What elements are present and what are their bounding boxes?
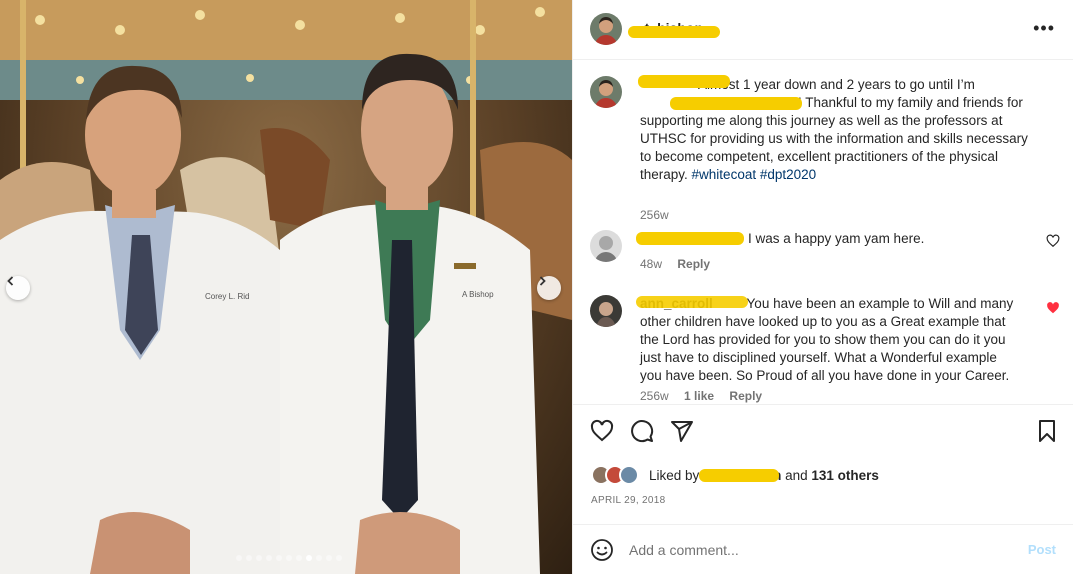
post-header: ...t_bishop ••• xyxy=(573,0,1073,60)
coat-name-right: A Bishop xyxy=(462,290,494,299)
post-date: APRIL 29, 2018 xyxy=(591,495,666,506)
carousel-dot xyxy=(236,555,242,561)
caption-line: to become competent, excellent practitio… xyxy=(640,149,998,164)
previous-photo-button[interactable] xyxy=(6,276,30,300)
comment-line: the Lord has provided for you to show th… xyxy=(640,332,1006,347)
post-comment-button[interactable]: Post xyxy=(1028,542,1056,557)
redaction-mark xyxy=(699,469,779,482)
likes-and: and xyxy=(785,467,808,483)
next-photo-button[interactable] xyxy=(537,276,561,300)
carousel-indicator xyxy=(236,555,342,561)
redaction-mark xyxy=(636,232,744,245)
comment-input[interactable] xyxy=(629,538,1009,562)
carousel-dot xyxy=(316,555,322,561)
caption: Almost 1 year down and 2 years to go unt… xyxy=(590,75,1060,222)
commenter-avatar[interactable] xyxy=(590,230,622,262)
carousel-dot xyxy=(256,555,262,561)
comment-text: ann_carroll You have been an example to … xyxy=(640,295,1035,385)
reply-button[interactable]: Reply xyxy=(677,257,710,271)
post-details-panel: ...t_bishop ••• Almost 1 year down and 2… xyxy=(572,0,1073,574)
post-photo: Corey L. Rid A Bishop xyxy=(0,0,572,574)
comment-line: other children have looked up to you as … xyxy=(640,314,1006,329)
carousel-dot xyxy=(286,555,292,561)
carousel-dot-active xyxy=(306,555,312,561)
comment-timestamp: 256w xyxy=(640,389,669,403)
carousel-dot xyxy=(246,555,252,561)
carousel-dot xyxy=(336,555,342,561)
author-avatar[interactable] xyxy=(590,13,622,45)
likes-others-count[interactable]: 131 others xyxy=(811,468,879,483)
carousel-dot xyxy=(276,555,282,561)
comment-item: ann_carroll You have been an example to … xyxy=(590,295,1060,404)
comment-item: I was a happy yam yam here. 48w Reply xyxy=(590,230,1060,280)
comment-likes-count[interactable]: 1 like xyxy=(684,389,714,403)
comment-line: You have been an example to Will and man… xyxy=(746,296,1014,311)
chevron-right-icon xyxy=(539,276,546,286)
bookmark-icon[interactable] xyxy=(1035,419,1059,443)
caption-timestamp: 256w xyxy=(640,208,669,222)
redaction-mark xyxy=(636,296,748,308)
post-actions: Liked by h and 131 others APRIL 29, 2018 xyxy=(573,404,1073,524)
heart-icon[interactable] xyxy=(590,419,614,443)
caption-line: UTHSC for providing us with the informat… xyxy=(640,131,1028,146)
heart-icon[interactable] xyxy=(1046,234,1060,248)
coat-name-left: Corey L. Rid xyxy=(205,292,249,301)
author-avatar[interactable] xyxy=(590,76,622,108)
heart-icon-liked[interactable] xyxy=(1046,301,1060,315)
carousel-dot xyxy=(326,555,332,561)
chevron-left-icon xyxy=(7,276,14,286)
comment-line: you have been. So Proud of all you have … xyxy=(640,368,1010,383)
reply-button[interactable]: Reply xyxy=(729,389,762,403)
comment-timestamp: 48w xyxy=(640,257,663,271)
more-options-icon[interactable]: ••• xyxy=(1033,18,1055,39)
carousel-dot xyxy=(266,555,272,561)
redaction-mark xyxy=(670,97,802,110)
redaction-mark xyxy=(628,26,720,38)
photo-illustration: Corey L. Rid A Bishop xyxy=(0,0,572,574)
liked-by-label: Liked by xyxy=(649,467,700,483)
comment-meta: 48w Reply xyxy=(640,257,722,271)
carousel-dot xyxy=(296,555,302,561)
caption-meta: 256w xyxy=(640,208,681,222)
share-icon[interactable] xyxy=(670,419,694,443)
redaction-mark xyxy=(638,75,730,88)
comment-line: just have to disciplined yourself. What … xyxy=(640,350,997,365)
caption-text: Almost 1 year down and 2 years to go unt… xyxy=(640,76,1035,184)
caption-line: supporting me along this journey as well… xyxy=(640,113,1003,128)
liker-avatar xyxy=(619,465,639,485)
comment-meta: 256w 1 like Reply xyxy=(640,389,774,403)
hashtags-link[interactable]: #whitecoat #dpt2020 xyxy=(692,167,817,182)
commenter-avatar[interactable] xyxy=(590,295,622,327)
emoji-icon[interactable] xyxy=(590,538,614,562)
comment-icon[interactable] xyxy=(630,419,654,443)
comments-section: Almost 1 year down and 2 years to go unt… xyxy=(573,61,1073,404)
add-comment-bar: Post xyxy=(573,524,1073,574)
caption-line: therapy. xyxy=(640,167,688,182)
